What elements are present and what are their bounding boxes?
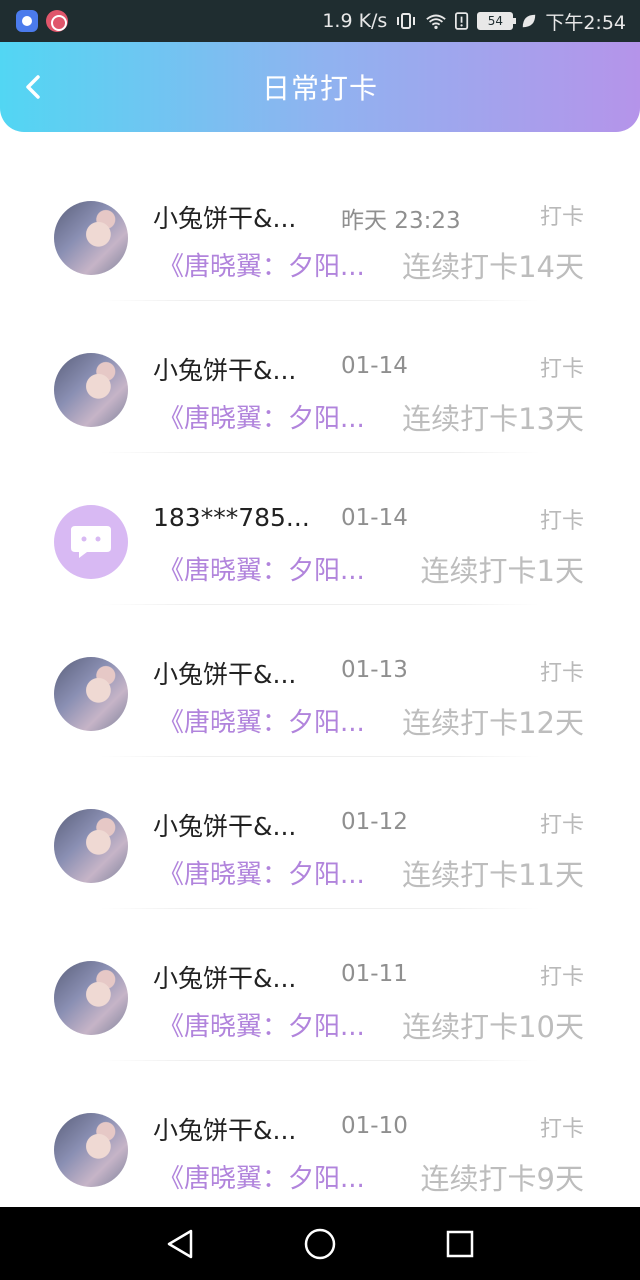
user-avatar[interactable] <box>54 809 128 883</box>
checkin-action-label: 打卡 <box>539 205 584 230</box>
nav-home-button[interactable] <box>300 1224 340 1264</box>
checkin-time: 01-13 <box>341 657 408 683</box>
row-divider <box>100 452 540 453</box>
streak-count: 连续打卡10天 <box>402 1010 584 1044</box>
checkin-row[interactable]: 小兔饼干&... 01-11 打卡 《唐晓翼：夕阳... 连续打卡10天 <box>0 910 640 1062</box>
status-bar: 1.9 K/s 54 下午2:54 <box>0 0 640 42</box>
user-name: 小兔饼干&... <box>153 964 297 993</box>
nav-back-button[interactable] <box>160 1224 200 1264</box>
baidu-app-icon <box>16 10 38 32</box>
checkin-list: 小兔饼干&... 昨天 23:23 打卡 《唐晓翼：夕阳... 连续打卡14天 … <box>0 150 640 1214</box>
checkin-row[interactable]: 小兔饼干&... 01-10 打卡 《唐晓翼：夕阳... 连续打卡9天 <box>0 1062 640 1214</box>
checkin-row[interactable]: 183***785... 01-14 打卡 《唐晓翼：夕阳... 连续打卡1天 <box>0 454 640 606</box>
checkin-action-label: 打卡 <box>539 813 584 838</box>
checkin-time: 昨天 23:23 <box>341 208 461 234</box>
back-button[interactable] <box>18 70 48 104</box>
row-divider <box>100 756 540 757</box>
book-title-link[interactable]: 《唐晓翼：夕阳... <box>158 398 382 435</box>
checkin-time: 01-14 <box>341 505 408 531</box>
status-system-icons: 1.9 K/s 54 下午2:54 <box>322 8 626 35</box>
checkin-action-label: 打卡 <box>539 661 584 686</box>
book-title-link[interactable]: 《唐晓翼：夕阳... <box>158 1158 382 1195</box>
checkin-action-label: 打卡 <box>539 1117 584 1142</box>
user-name: 小兔饼干&... <box>153 356 297 385</box>
clock: 下午2:54 <box>545 11 626 34</box>
network-speed: 1.9 K/s <box>322 10 388 32</box>
row-divider <box>100 1060 540 1061</box>
page-header: 日常打卡 <box>0 42 640 132</box>
streak-count: 连续打卡13天 <box>402 402 584 436</box>
streak-count: 连续打卡9天 <box>420 1162 584 1196</box>
square-recents-icon <box>446 1230 474 1257</box>
nav-recents-button[interactable] <box>440 1224 480 1264</box>
book-title-link[interactable]: 《唐晓翼：夕阳... <box>158 854 382 891</box>
checkin-time: 01-11 <box>341 961 408 987</box>
row-divider <box>100 908 540 909</box>
chevron-left-icon <box>26 75 40 99</box>
user-avatar[interactable] <box>54 1113 128 1187</box>
checkin-time: 01-12 <box>341 809 408 835</box>
checkin-time: 01-14 <box>341 353 408 379</box>
checkin-row[interactable]: 小兔饼干&... 01-13 打卡 《唐晓翼：夕阳... 连续打卡12天 <box>0 606 640 758</box>
sim-alert-icon <box>455 12 469 30</box>
wifi-icon <box>426 14 447 30</box>
checkin-action-label: 打卡 <box>539 357 584 382</box>
user-avatar[interactable] <box>54 201 128 275</box>
system-nav-bar <box>0 1207 640 1280</box>
app-notification-icon <box>46 10 68 32</box>
row-divider <box>100 300 540 301</box>
status-notification-icons <box>16 10 68 32</box>
user-avatar[interactable] <box>54 961 128 1035</box>
user-name: 183***785... <box>153 503 310 532</box>
user-avatar[interactable] <box>54 353 128 427</box>
book-title-link[interactable]: 《唐晓翼：夕阳... <box>158 702 382 739</box>
circle-home-icon <box>304 1228 336 1259</box>
book-title-link[interactable]: 《唐晓翼：夕阳... <box>158 550 382 587</box>
leaf-icon <box>523 14 536 28</box>
book-title-link[interactable]: 《唐晓翼：夕阳... <box>158 246 382 283</box>
checkin-time: 01-10 <box>341 1113 408 1139</box>
checkin-action-label: 打卡 <box>539 509 584 534</box>
streak-count: 连续打卡11天 <box>402 858 584 892</box>
battery-icon: 54 <box>477 12 517 30</box>
vibrate-icon <box>397 13 416 29</box>
triangle-back-icon <box>167 1229 193 1258</box>
checkin-row[interactable]: 小兔饼干&... 01-14 打卡 《唐晓翼：夕阳... 连续打卡13天 <box>0 302 640 454</box>
user-name: 小兔饼干&... <box>153 660 297 689</box>
user-name: 小兔饼干&... <box>153 1116 297 1145</box>
user-avatar[interactable] <box>54 657 128 731</box>
streak-count: 连续打卡1天 <box>420 554 584 588</box>
book-title-link[interactable]: 《唐晓翼：夕阳... <box>158 1006 382 1043</box>
streak-count: 连续打卡14天 <box>402 250 584 284</box>
user-name: 小兔饼干&... <box>153 204 297 233</box>
row-divider <box>100 604 540 605</box>
user-avatar[interactable] <box>54 505 128 579</box>
checkin-row[interactable]: 小兔饼干&... 01-12 打卡 《唐晓翼：夕阳... 连续打卡11天 <box>0 758 640 910</box>
chat-bubble-icon <box>71 526 111 558</box>
user-name: 小兔饼干&... <box>153 812 297 841</box>
streak-count: 连续打卡12天 <box>402 706 584 740</box>
page-title: 日常打卡 <box>261 72 378 105</box>
checkin-action-label: 打卡 <box>539 965 584 990</box>
checkin-row[interactable]: 小兔饼干&... 昨天 23:23 打卡 《唐晓翼：夕阳... 连续打卡14天 <box>0 150 640 302</box>
